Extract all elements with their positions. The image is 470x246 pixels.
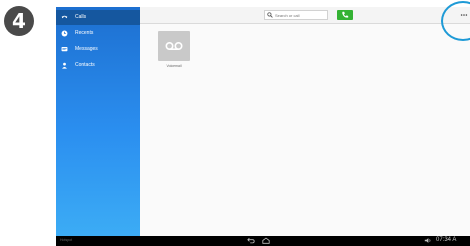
- search-input[interactable]: [275, 12, 325, 18]
- sidebar-item-contacts[interactable]: Contacts: [56, 58, 140, 73]
- tablet-screen: Calls Recents Messages Contacts Search o…: [56, 7, 470, 246]
- search-icon: [267, 12, 273, 18]
- sidebar-item-label: Recents: [75, 30, 94, 36]
- sidebar-item-recents[interactable]: Recents: [56, 26, 140, 41]
- voicemail-icon: [165, 41, 183, 51]
- search-box[interactable]: [264, 10, 328, 20]
- status-clock: 07:34 A: [436, 237, 457, 243]
- main-content: Voicemail: [140, 7, 470, 236]
- voicemail-button[interactable]: [158, 31, 190, 61]
- system-bar: Hotspot 07:34 A: [56, 236, 470, 246]
- voicemail-label: Voicemail: [166, 64, 182, 68]
- top-bar: [140, 7, 470, 24]
- phone-icon: [61, 15, 68, 19]
- sidebar-item-label: Messages: [75, 46, 98, 52]
- sidebar-item-label: Contacts: [75, 62, 95, 68]
- volume-icon: [424, 238, 431, 243]
- clock-icon: [61, 30, 68, 37]
- message-icon: [61, 47, 68, 52]
- person-icon: [62, 62, 67, 69]
- back-icon[interactable]: [247, 237, 255, 244]
- system-status-text: Hotspot: [60, 238, 73, 242]
- home-icon[interactable]: [262, 237, 270, 244]
- phone-icon: [342, 11, 349, 18]
- sidebar-item-label: Calls: [75, 14, 87, 20]
- sidebar-item-messages[interactable]: Messages: [56, 42, 140, 57]
- step-number-badge: 4: [4, 6, 34, 36]
- call-button[interactable]: [337, 10, 353, 20]
- sidebar: Calls Recents Messages Contacts: [56, 7, 140, 236]
- sidebar-item-calls[interactable]: Calls: [56, 10, 140, 25]
